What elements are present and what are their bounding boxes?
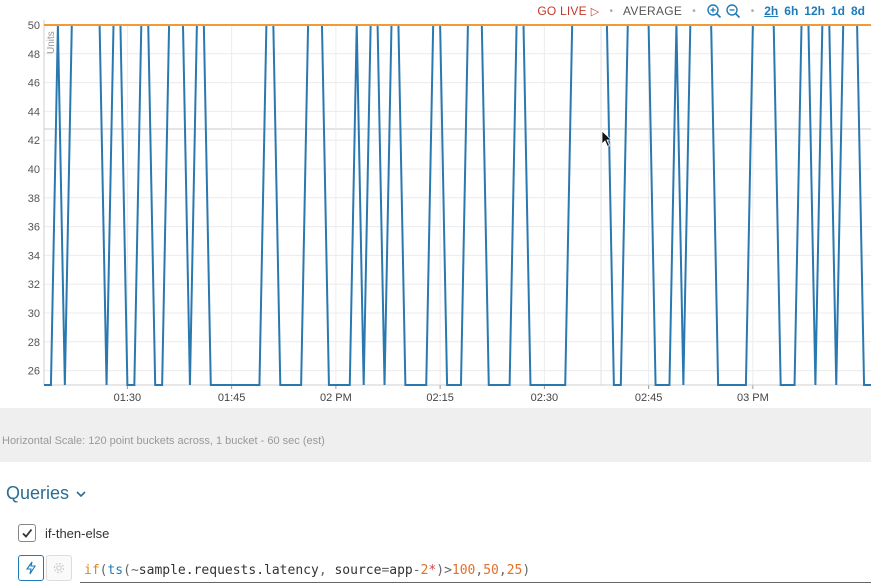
expression-token: app <box>389 563 413 578</box>
expression-token: 25 <box>506 563 523 578</box>
lightning-icon <box>25 561 36 575</box>
time-range-8d[interactable]: 8d <box>851 4 865 18</box>
y-axis-label: Units <box>46 31 57 54</box>
y-tick-label: 34 <box>28 250 40 262</box>
y-tick-label: 26 <box>28 366 40 378</box>
chart-panel[interactable]: 26 28 30 32 34 36 38 40 42 44 46 48 50 01:30 01:45 02 P… <box>0 0 871 408</box>
zoom-controls <box>706 3 741 19</box>
query-row: if-then-else <box>18 524 109 542</box>
time-range-2h[interactable]: 2h <box>764 4 778 18</box>
time-range-1d[interactable]: 1d <box>831 4 845 18</box>
expression-token: ( <box>123 563 131 578</box>
series-line-if-then-else <box>44 24 871 386</box>
separator-dot: • <box>609 5 613 17</box>
y-tick-label: 46 <box>28 78 40 90</box>
expression-token: ~ <box>130 563 139 578</box>
query-enabled-checkbox[interactable] <box>18 524 36 542</box>
expression-token: 50 <box>483 563 499 578</box>
query-name: if-then-else <box>45 525 110 541</box>
play-outline-icon: ▷ <box>590 6 600 18</box>
y-tick-label: 48 <box>28 49 40 61</box>
zoom-out-icon[interactable] <box>725 3 741 19</box>
queries-title: Queries <box>6 483 70 503</box>
expression-token: ) <box>522 563 531 578</box>
gear-icon <box>53 562 65 574</box>
query-editor-buttons <box>18 555 72 581</box>
horizontal-scale-text: Horizontal Scale: 120 point buckets acro… <box>2 435 325 447</box>
y-tick-label: 28 <box>28 337 40 349</box>
expression-token: source <box>334 563 382 578</box>
separator-dot: • <box>750 5 755 17</box>
expression-token: if <box>84 563 100 578</box>
expression-token: , <box>498 563 507 578</box>
expression-token: - <box>412 563 421 578</box>
x-tick-label: 01:30 <box>114 392 142 404</box>
time-range-selector: 2h 6h 12h 1d 8d <box>764 4 865 18</box>
y-tick-label: 42 <box>28 135 40 147</box>
x-tick-label: 01:45 <box>218 392 246 404</box>
chevron-down-icon <box>76 490 86 497</box>
x-tick-label: 02:30 <box>531 392 559 404</box>
y-tick-label: 44 <box>28 106 40 118</box>
separator-dot: • <box>692 5 696 17</box>
expression-token: ts <box>107 563 124 578</box>
expression-token: , <box>318 563 327 578</box>
x-tick-label: 02:15 <box>426 392 454 404</box>
query-expression-input[interactable]: if(ts(~sample.requests.latency, source=a… <box>80 560 871 583</box>
y-tick-label: 32 <box>28 279 40 291</box>
y-tick-label: 40 <box>28 164 40 176</box>
go-live-button[interactable]: GO LIVE ▷ <box>537 4 599 18</box>
y-tick-label: 36 <box>28 222 40 234</box>
chart-toolbar: GO LIVE ▷ • AVERAGE • • 2h 6h 12h 1d 8d <box>537 2 865 20</box>
x-tick-label: 02:45 <box>635 392 663 404</box>
queries-section-toggle[interactable]: Queries <box>6 483 87 504</box>
expression-token: sample.requests.latency <box>138 563 319 578</box>
y-tick-label: 30 <box>28 308 40 320</box>
x-tick-label: 02 PM <box>320 392 352 404</box>
y-tick-label: 38 <box>28 193 40 205</box>
mouse-cursor-icon <box>601 130 613 148</box>
horizontal-scale-bar: Horizontal Scale: 120 point buckets acro… <box>0 408 871 462</box>
summarization-select[interactable]: AVERAGE <box>623 4 682 18</box>
go-live-label: GO LIVE <box>537 4 587 18</box>
x-tick-label: 03 PM <box>737 392 769 404</box>
time-range-6h[interactable]: 6h <box>784 4 798 18</box>
y-tick-label: 50 <box>28 20 40 32</box>
zoom-in-icon[interactable] <box>706 3 722 19</box>
query-builder-toggle-button[interactable] <box>18 555 44 581</box>
expression-token: 100 <box>451 563 476 578</box>
query-settings-button[interactable] <box>46 555 72 581</box>
expression-token: > <box>444 563 452 578</box>
expression-token: ) <box>436 563 445 578</box>
line-chart[interactable]: 26 28 30 32 34 36 38 40 42 44 46 48 50 01:30 01:45 02 P… <box>0 0 871 408</box>
time-range-12h[interactable]: 12h <box>804 4 825 18</box>
checkmark-icon <box>22 528 33 538</box>
